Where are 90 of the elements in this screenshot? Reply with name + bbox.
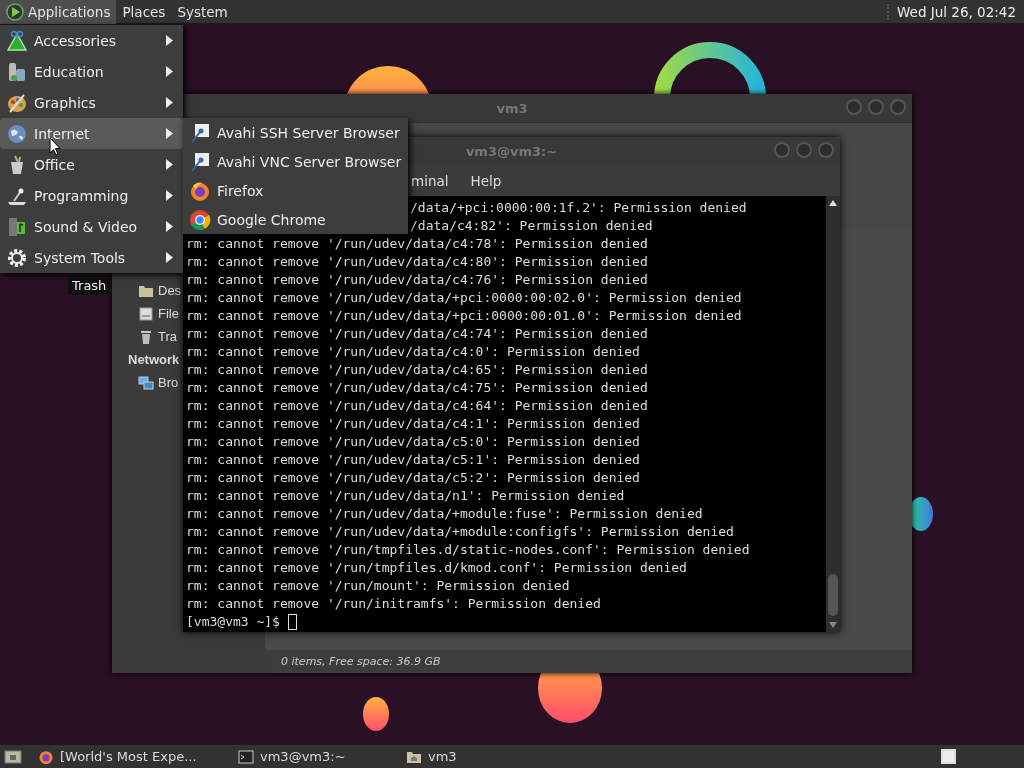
menu-item[interactable]: Firefox xyxy=(183,176,408,205)
document-icon xyxy=(189,121,211,144)
window-button[interactable] xyxy=(846,99,862,115)
window-title: vm3 xyxy=(496,100,528,116)
terminal-line: rm: cannot remove '/run/udev/data/+module:fuse': Permission denied xyxy=(186,505,703,523)
window-button[interactable] xyxy=(796,142,812,158)
menu-item[interactable]: Avahi SSH Server Browser xyxy=(183,118,408,147)
terminal-line: /data/c4:82': Permission denied xyxy=(410,217,653,235)
menu-item[interactable]: Internet xyxy=(0,118,183,149)
terminal-line: rm: cannot remove '/run/udev/data/c4:65': Permission denied xyxy=(186,361,648,379)
terminal-line: rm: cannot remove '/run/initramfs': Permission denied xyxy=(186,595,601,613)
scrollbar-thumb[interactable] xyxy=(828,574,838,616)
pointer-icon xyxy=(49,137,61,156)
terminal-line: rm: cannot remove '/run/udev/data/c4:76': Permission denied xyxy=(186,271,648,289)
menu-item[interactable]: Office xyxy=(0,149,183,180)
arrow-icon xyxy=(166,128,173,139)
sidebar-item[interactable]: Des xyxy=(138,279,182,302)
fox-globe-icon xyxy=(189,179,211,202)
arrow-icon xyxy=(166,190,173,201)
tricolor-circle-icon xyxy=(189,208,211,231)
text-cursor xyxy=(287,614,297,630)
network-icon xyxy=(138,374,154,391)
terminal-line: rm: cannot remove '/run/udev/data/+module:configfs': Permission denied xyxy=(186,523,734,541)
arrow-icon xyxy=(166,35,173,46)
menu-item[interactable]: Sound & Video xyxy=(0,211,183,242)
terminal-line: rm: cannot remove '/run/tmpfiles.d/static-nodes.conf': Permission denied xyxy=(186,541,750,559)
terminal-line: rm: cannot remove '/run/udev/data/+pci:0000:00:02.0': Permission denied xyxy=(186,289,742,307)
arrow-icon xyxy=(166,221,173,232)
menu-item[interactable]: minal xyxy=(411,172,449,189)
gear-icon xyxy=(6,246,28,269)
jar-icon xyxy=(6,60,28,83)
terminal-line: rm: cannot remove '/run/udev/data/c4:74': Permission denied xyxy=(186,325,648,343)
window-button[interactable] xyxy=(868,99,884,115)
terminal-prompt: [vm3@vm3 ~]$ xyxy=(186,613,280,631)
clock[interactable]: Wed Jul 26, 02:42 xyxy=(887,3,1024,20)
arrow-icon xyxy=(166,252,173,263)
terminal-line: rm: cannot remove '/run/tmpfiles.d/kmod.conf': Permission denied xyxy=(186,559,687,577)
panel-menu[interactable]: Places xyxy=(116,0,172,24)
terminal-line: rm: cannot remove '/run/udev/data/c4:80': Permission denied xyxy=(186,253,648,271)
document-icon xyxy=(189,150,211,173)
status-bar: 0 items, Free space: 36.9 GB xyxy=(265,650,912,673)
arrow-icon xyxy=(166,159,173,170)
terminal-line: /data/+pci:0000:00:1f.2': Permission denied xyxy=(410,199,747,217)
taskbar-button[interactable]: [World's Most Expe... xyxy=(30,745,230,768)
scrollbar[interactable] xyxy=(826,196,840,632)
menu-item[interactable]: Avahi VNC Server Browser xyxy=(183,147,408,176)
terminal-line: rm: cannot remove '/run/udev/data/c4:78': Permission denied xyxy=(186,235,648,253)
terminal-line: rm: cannot remove '/run/udev/data/c4:1': Permission denied xyxy=(186,415,640,433)
terminal-line: rm: cannot remove '/run/udev/data/c4:0': Permission denied xyxy=(186,343,640,361)
terminal-line: rm: cannot remove '/run/mount': Permission denied xyxy=(186,577,570,595)
sidebar-item[interactable]: File xyxy=(138,302,179,325)
menu-item[interactable]: Accessories xyxy=(0,25,183,56)
terminal-line: rm: cannot remove '/run/udev/data/c5:2': Permission denied xyxy=(186,469,640,487)
menu-item[interactable]: Help xyxy=(470,172,502,189)
scroll-down-icon[interactable] xyxy=(829,622,837,628)
menu-item[interactable]: Programming xyxy=(0,180,183,211)
sidebar-heading: Network xyxy=(128,351,180,369)
taskbar-button[interactable]: vm3@vm3:~ xyxy=(230,745,398,768)
fox-globe-icon xyxy=(38,748,54,765)
terminal-line: rm: cannot remove '/run/udev/data/c4:75': Permission denied xyxy=(186,379,648,397)
menu-item[interactable]: Google Chrome xyxy=(183,205,408,234)
sidebar-item[interactable]: Tra xyxy=(138,325,178,348)
terminal-line: rm: cannot remove '/run/udev/data/c5:0': Permission denied xyxy=(186,433,640,451)
panel-menu[interactable]: System xyxy=(171,0,234,24)
menu-item[interactable]: Graphics xyxy=(0,87,183,118)
play-icon xyxy=(6,2,24,21)
globe-icon xyxy=(6,122,28,145)
terminal-line: rm: cannot remove '/run/udev/data/n1': Permission denied xyxy=(186,487,625,505)
terminal-line: rm: cannot remove '/run/udev/data/c4:64': Permission denied xyxy=(186,397,648,415)
arrow-icon xyxy=(166,66,173,77)
menu-item[interactable]: System Tools xyxy=(0,242,183,273)
workspace-switcher[interactable] xyxy=(941,749,956,764)
window-button[interactable] xyxy=(774,142,790,158)
panel-menu[interactable]: Applications xyxy=(0,0,117,24)
terminal-icon xyxy=(238,748,254,765)
scroll-up-icon[interactable] xyxy=(829,200,837,206)
arrow-icon xyxy=(166,97,173,108)
show-desktop-icon[interactable] xyxy=(4,748,22,765)
window-button[interactable] xyxy=(818,142,834,158)
sidebar-item[interactable]: Bro xyxy=(138,371,179,394)
window-button[interactable] xyxy=(890,99,906,115)
trash-icon xyxy=(138,328,154,345)
taskbar-button[interactable]: vm3 xyxy=(398,745,548,768)
film-icon xyxy=(6,215,28,238)
desktop-icon-label[interactable]: Trash xyxy=(68,276,111,295)
menu-item[interactable]: Education xyxy=(0,56,183,87)
terminal-line: rm: cannot remove '/run/udev/data/+pci:0000:00:01.0': Permission denied xyxy=(186,307,742,325)
window-title: vm3@vm3:~ xyxy=(465,143,558,159)
terminal-line: rm: cannot remove '/run/udev/data/c5:1': Permission denied xyxy=(186,451,640,469)
drive-icon xyxy=(138,305,154,322)
